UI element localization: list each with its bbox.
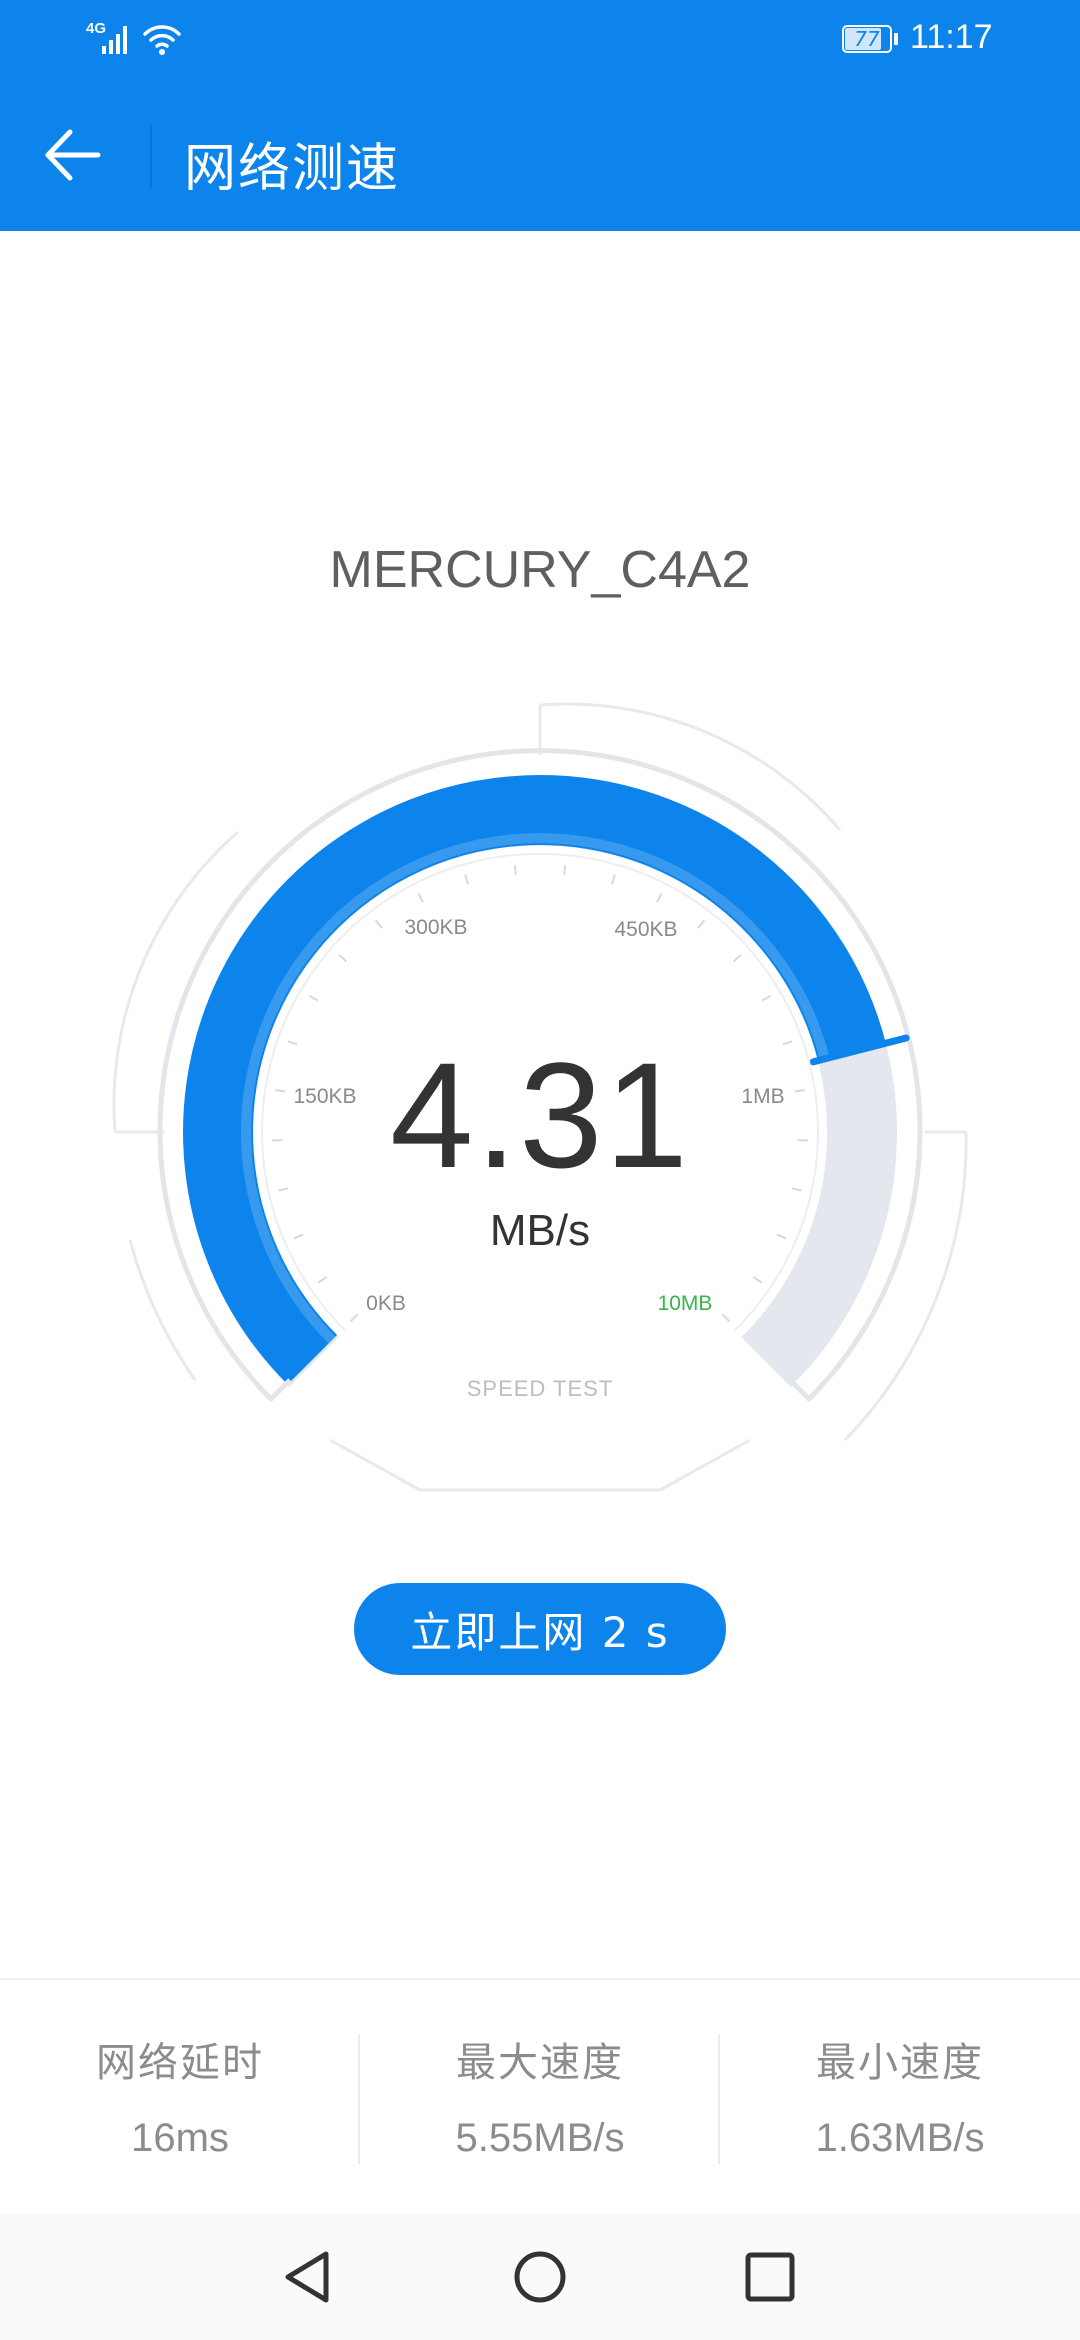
battery-icon: 77: [842, 25, 902, 55]
stat-max-speed-value: 5.55MB/s: [455, 2116, 625, 2160]
arrow-left-icon: [45, 129, 101, 181]
gauge-tick: [417, 892, 424, 903]
gauge-tick: [513, 865, 517, 876]
speed-test-caption: SPEED TEST: [466, 1376, 614, 1401]
wifi-ssid: MERCURY_C4A2: [329, 541, 751, 599]
status-bar: 4G 77 11:17: [0, 0, 1080, 80]
gauge-tick: [308, 994, 319, 1002]
gauge-tick: [752, 1276, 763, 1284]
nav-home-button[interactable]: [505, 2242, 575, 2312]
gauge-tick: [338, 954, 348, 963]
nav-back-button[interactable]: [274, 2242, 344, 2312]
nav-back-icon: [285, 2251, 329, 2303]
signal-icon: [102, 26, 127, 54]
header-divider: [150, 125, 152, 189]
stat-min-speed-label: 最小速度: [816, 2040, 984, 2086]
stat-min-speed-value: 1.63MB/s: [815, 2116, 985, 2160]
back-button[interactable]: [40, 122, 106, 188]
system-nav-bar: [0, 2214, 1080, 2340]
tick-label-450kb: 450KB: [614, 918, 678, 941]
stat-max-speed-label: 最大速度: [456, 2040, 624, 2086]
wifi-icon: [143, 25, 181, 55]
cellular-wifi-status: 4G: [86, 20, 186, 60]
gauge-base-plate: [329, 1438, 751, 1492]
stat-latency-value: 16ms: [131, 2116, 229, 2160]
nav-recents-button[interactable]: [735, 2242, 805, 2312]
gauge-tick: [761, 994, 772, 1002]
gauge-tick: [611, 874, 616, 885]
stat-latency-label: 网络延时: [96, 2040, 264, 2086]
app-header: 4G 77 11:17 网络测速: [0, 0, 1080, 231]
tick-label-300kb: 300KB: [404, 916, 468, 939]
go-online-button[interactable]: 立即上网 2 s: [354, 1583, 726, 1675]
stat-max-speed: 最大速度 5.55MB/s: [360, 2030, 720, 2161]
gauge-tick: [697, 919, 706, 929]
gauge-tick: [656, 892, 663, 903]
battery-level: 77: [854, 27, 880, 51]
stat-min-speed: 最小速度 1.63MB/s: [720, 2030, 1080, 2161]
current-speed-value: 4.31: [390, 1031, 690, 1199]
gauge-tick: [721, 1313, 731, 1323]
gauge-tick: [374, 919, 383, 929]
gauge-tick: [732, 954, 742, 963]
status-time: 11:17: [910, 18, 993, 56]
gauge-tick: [349, 1313, 359, 1323]
nav-recents-icon: [745, 2252, 795, 2302]
stats-divider: [0, 1978, 1080, 1980]
gauge-tick: [317, 1276, 328, 1284]
nav-home-icon: [514, 2251, 566, 2303]
stat-latency: 网络延时 16ms: [0, 2030, 360, 2161]
current-speed-unit: MB/s: [489, 1206, 591, 1255]
gauge-tick: [563, 865, 567, 876]
tick-label-10mb: 10MB: [657, 1292, 713, 1315]
gauge-tick: [464, 874, 469, 885]
tick-label-0kb: 0KB: [366, 1292, 406, 1315]
battery-nub: [894, 33, 898, 45]
page-title: 网络测速: [184, 139, 401, 199]
